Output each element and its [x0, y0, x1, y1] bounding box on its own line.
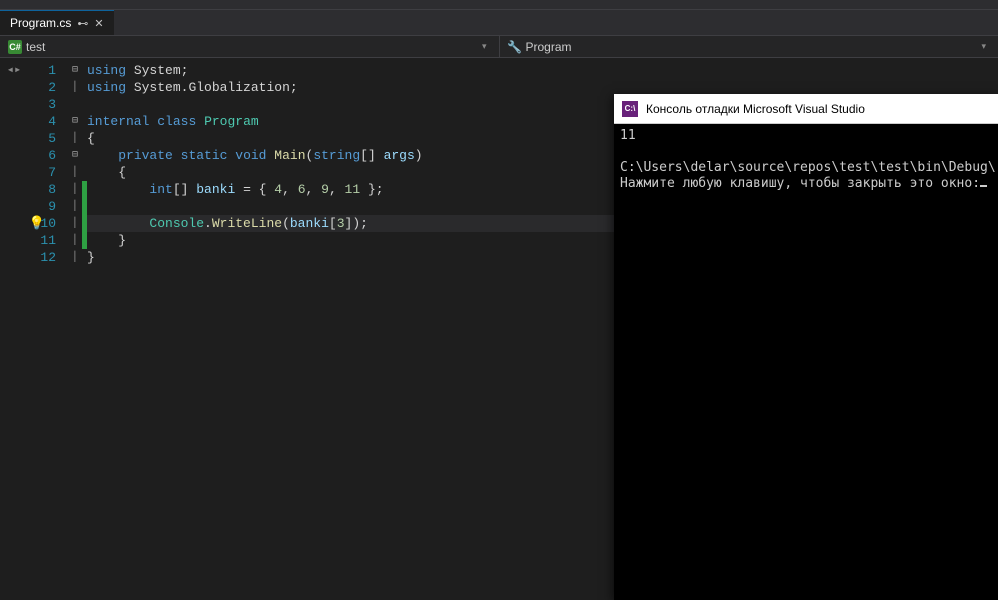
- lightbulb-icon[interactable]: 💡: [29, 215, 45, 232]
- chevron-down-icon[interactable]: ▾: [981, 41, 990, 52]
- line-number[interactable]: 7: [28, 164, 68, 181]
- fold-guide: │: [68, 130, 82, 147]
- console-output[interactable]: 11 C:\Users\delar\source\repos\test\test…: [614, 124, 998, 600]
- line-number[interactable]: 1: [28, 62, 68, 79]
- tab-program-cs[interactable]: Program.cs ⊷ ✕: [0, 10, 114, 35]
- fold-guide: │: [68, 164, 82, 181]
- breadcrumb-class[interactable]: 🔧 Program ▾: [500, 36, 998, 57]
- line-number[interactable]: 9: [28, 198, 68, 215]
- folding-column: ⊟ │ ⊟ │ ⊟ │ │ │ │ │ │: [68, 58, 82, 600]
- line-number[interactable]: 8: [28, 181, 68, 198]
- fold-guide: │: [68, 215, 82, 232]
- vs-logo-icon: C:\: [622, 101, 638, 117]
- console-title-bar[interactable]: C:\ Консоль отладки Microsoft Visual Stu…: [614, 94, 998, 124]
- fold-guide: │: [68, 249, 82, 266]
- class-icon: 🔧: [508, 40, 522, 54]
- fold-guide: │: [68, 181, 82, 198]
- fold-toggle-icon[interactable]: ⊟: [68, 62, 82, 79]
- chevron-down-icon[interactable]: ▾: [482, 41, 491, 52]
- console-title-text: Консоль отладки Microsoft Visual Studio: [646, 102, 865, 116]
- collapse-indicator-icon[interactable]: ◂▸: [0, 62, 28, 79]
- debug-console-window[interactable]: C:\ Консоль отладки Microsoft Visual Stu…: [614, 94, 998, 600]
- fold-toggle-icon[interactable]: ⊟: [68, 113, 82, 130]
- top-toolbar-strip: [0, 0, 998, 10]
- line-number[interactable]: 11: [28, 232, 68, 249]
- line-number[interactable]: 2: [28, 79, 68, 96]
- code-line[interactable]: using System;: [87, 62, 998, 79]
- breadcrumb-project[interactable]: C# test ▾: [0, 36, 500, 57]
- fold-guide: │: [68, 232, 82, 249]
- tab-title: Program.cs: [10, 16, 71, 30]
- line-number[interactable]: 4: [28, 113, 68, 130]
- console-cursor: [980, 185, 987, 187]
- close-icon[interactable]: ✕: [94, 17, 103, 30]
- glyph-margin: ◂▸: [0, 58, 28, 600]
- line-number[interactable]: 5: [28, 130, 68, 147]
- breadcrumb-class-label: Program: [526, 40, 572, 54]
- fold-guide: │: [68, 198, 82, 215]
- fold-toggle-icon[interactable]: ⊟: [68, 147, 82, 164]
- line-number[interactable]: 6: [28, 147, 68, 164]
- breadcrumb-bar: C# test ▾ 🔧 Program ▾: [0, 36, 998, 58]
- line-number[interactable]: 12: [28, 249, 68, 266]
- line-number[interactable]: 3: [28, 96, 68, 113]
- console-output-value: 11: [620, 128, 636, 143]
- line-number-gutter: 1 2 3 4 5 6 7 8 9 10 11 12: [28, 58, 68, 600]
- fold-guide: │: [68, 79, 82, 96]
- console-prompt-line: Нажмите любую клавишу, чтобы закрыть это…: [620, 176, 980, 191]
- editor-tab-row: Program.cs ⊷ ✕: [0, 10, 998, 36]
- pin-icon[interactable]: ⊷: [77, 17, 88, 30]
- breadcrumb-project-label: test: [26, 40, 45, 54]
- csharp-project-icon: C#: [8, 40, 22, 54]
- console-path-line: C:\Users\delar\source\repos\test\test\bi…: [620, 160, 996, 175]
